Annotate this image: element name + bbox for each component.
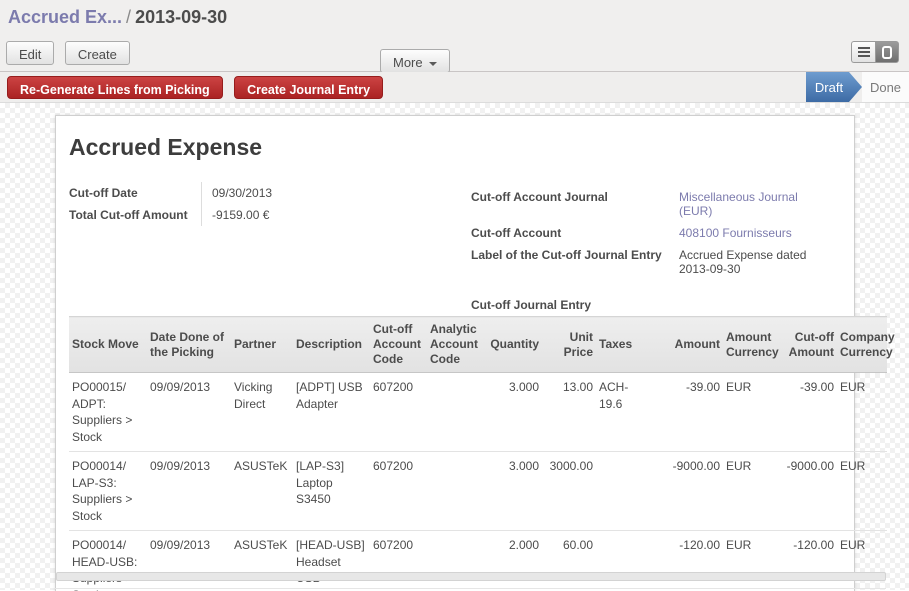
field-label-journal-entry-label: Label of the Cut-off Journal Entry	[471, 244, 669, 280]
table-cell: 3.000	[484, 452, 542, 531]
breadcrumb: Accrued Ex.../2013-09-30	[8, 7, 909, 28]
list-view-button[interactable]	[851, 41, 875, 63]
table-cell: -120.00	[648, 531, 723, 591]
table-cell: 60.00	[542, 531, 596, 591]
column-header[interactable]: Date Done of the Picking	[147, 317, 231, 373]
table-cell	[427, 531, 484, 591]
view-switcher	[851, 41, 899, 63]
table-cell: PO00014/ LAP-S3: Suppliers > Stock	[69, 452, 147, 531]
action-bar: Re-Generate Lines from Picking Create Jo…	[0, 72, 909, 103]
table-cell: 607200	[370, 373, 427, 452]
page-title: Accrued Expense	[69, 134, 262, 161]
column-header[interactable]: Cut-off Account Code	[370, 317, 427, 373]
table-cell: 607200	[370, 531, 427, 591]
column-header[interactable]: Analytic Account Code	[427, 317, 484, 373]
column-header[interactable]: Taxes	[596, 317, 648, 373]
edit-button[interactable]: Edit	[6, 41, 54, 65]
table-cell: EUR	[723, 452, 780, 531]
table-cell: EUR	[837, 452, 887, 531]
table-cell: -39.00	[780, 373, 837, 452]
field-group-right: Cut-off Account Journal Miscellaneous Jo…	[471, 186, 819, 316]
table-cell: [LAP-S3] Laptop S3450	[293, 452, 370, 531]
top-bar: Accrued Ex.../2013-09-30	[0, 0, 909, 33]
field-value-journal-entry-label: Accrued Expense dated 2013-09-30	[669, 244, 819, 280]
field-group-left: Cut-off Date 09/30/2013 Total Cut-off Am…	[69, 182, 361, 226]
field-label-cutoff-date: Cut-off Date	[69, 182, 201, 204]
table-cell: 2.000	[484, 531, 542, 591]
table-cell	[427, 452, 484, 531]
create-button[interactable]: Create	[65, 41, 130, 65]
column-header[interactable]: Company Currency	[837, 317, 887, 373]
status-done[interactable]: Done	[862, 72, 909, 102]
table-row[interactable]: PO00014/ LAP-S3: Suppliers > Stock09/09/…	[69, 452, 887, 531]
table-cell: [HEAD-USB] Headset USB	[293, 531, 370, 591]
table-cell	[427, 373, 484, 452]
table-cell: Vicking Direct	[231, 373, 293, 452]
table-cell	[596, 531, 648, 591]
form-view-button[interactable]	[875, 41, 899, 63]
cutoff-account-link[interactable]: 408100 Fournisseurs	[679, 226, 792, 240]
list-icon	[858, 47, 870, 49]
cutoff-lines-list: Stock MoveDate Done of the PickingPartne…	[69, 316, 887, 591]
table-cell: 3000.00	[542, 452, 596, 531]
horizontal-scrollbar[interactable]	[56, 572, 886, 581]
table-cell: -120.00	[780, 531, 837, 591]
table-cell: 09/09/2013	[147, 452, 231, 531]
create-journal-entry-button[interactable]: Create Journal Entry	[234, 76, 383, 99]
field-value-cutoff-journal-entry	[669, 294, 819, 316]
field-label-cutoff-journal-entry: Cut-off Journal Entry	[471, 294, 669, 316]
table-cell: EUR	[723, 373, 780, 452]
field-label-total-cutoff-amount: Total Cut-off Amount	[69, 204, 201, 226]
table-cell: PO00014/ HEAD-USB: Suppliers > Stock	[69, 531, 147, 591]
table-cell: 09/09/2013	[147, 373, 231, 452]
column-header[interactable]: Partner	[231, 317, 293, 373]
column-header[interactable]: Amount	[648, 317, 723, 373]
chevron-down-icon	[429, 62, 437, 66]
table-cell: -9000.00	[780, 452, 837, 531]
column-header[interactable]: Amount Currency	[723, 317, 780, 373]
content-area: Accrued Expense Cut-off Date 09/30/2013 …	[0, 103, 909, 590]
column-header[interactable]: Cut-off Amount	[780, 317, 837, 373]
table-cell: ACH-19.6	[596, 373, 648, 452]
form-icon	[882, 46, 892, 59]
breadcrumb-parent-link[interactable]: Accrued Ex...	[8, 7, 122, 27]
more-button-label: More	[393, 55, 423, 70]
form-sheet: Accrued Expense Cut-off Date 09/30/2013 …	[55, 115, 855, 591]
table-header-row: Stock MoveDate Done of the PickingPartne…	[69, 317, 887, 373]
breadcrumb-current: 2013-09-30	[135, 7, 227, 27]
column-header[interactable]: Description	[293, 317, 370, 373]
status-draft[interactable]: Draft	[806, 72, 862, 102]
more-button[interactable]: More	[380, 49, 450, 73]
lines-table: Stock MoveDate Done of the PickingPartne…	[69, 316, 887, 591]
toolbar: Edit Create More	[0, 33, 909, 72]
field-label-cutoff-account-journal: Cut-off Account Journal	[471, 186, 669, 222]
table-row[interactable]: PO00015/ ADPT: Suppliers > Stock09/09/20…	[69, 373, 887, 452]
table-cell: 09/09/2013	[147, 531, 231, 591]
field-label-cutoff-account: Cut-off Account	[471, 222, 669, 244]
sheet-section-divider	[55, 588, 886, 589]
table-cell: EUR	[837, 531, 887, 591]
table-cell: ASUSTeK	[231, 531, 293, 591]
column-header[interactable]: Stock Move	[69, 317, 147, 373]
field-value-total-cutoff-amount: -9159.00 €	[201, 204, 361, 226]
field-value-cutoff-date: 09/30/2013	[201, 182, 361, 204]
table-cell	[596, 452, 648, 531]
statusbar: Draft Done	[806, 72, 909, 102]
table-cell: [ADPT] USB Adapter	[293, 373, 370, 452]
table-cell: EUR	[723, 531, 780, 591]
table-cell: 13.00	[542, 373, 596, 452]
table-cell: ASUSTeK	[231, 452, 293, 531]
breadcrumb-separator: /	[122, 7, 135, 27]
table-cell: EUR	[837, 373, 887, 452]
table-cell: 3.000	[484, 373, 542, 452]
cutoff-account-journal-link[interactable]: Miscellaneous Journal (EUR)	[679, 190, 798, 218]
table-row[interactable]: PO00014/ HEAD-USB: Suppliers > Stock09/0…	[69, 531, 887, 591]
table-cell: PO00015/ ADPT: Suppliers > Stock	[69, 373, 147, 452]
regenerate-lines-button[interactable]: Re-Generate Lines from Picking	[7, 76, 223, 99]
table-cell: 607200	[370, 452, 427, 531]
column-header[interactable]: Unit Price	[542, 317, 596, 373]
table-cell: -39.00	[648, 373, 723, 452]
table-cell: -9000.00	[648, 452, 723, 531]
column-header[interactable]: Quantity	[484, 317, 542, 373]
